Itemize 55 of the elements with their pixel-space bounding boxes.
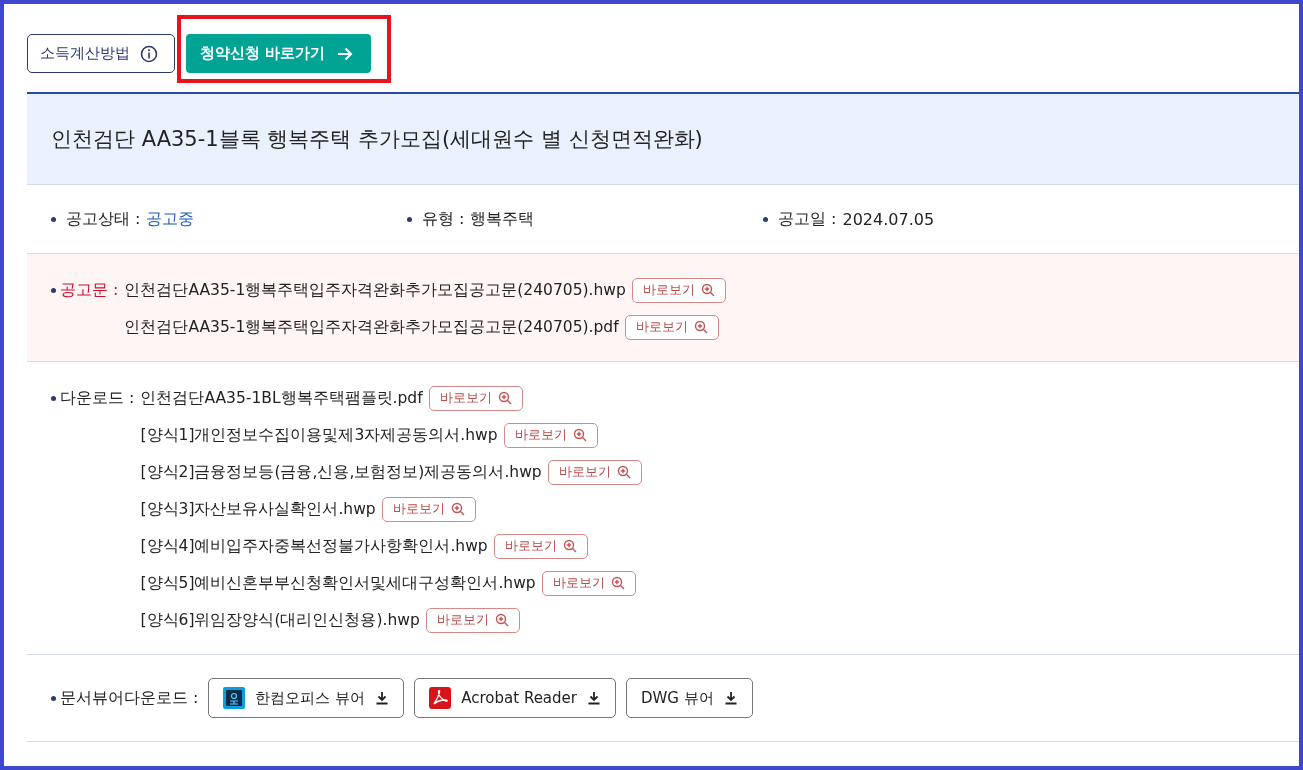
- view-button[interactable]: 바로보기: [428, 385, 523, 411]
- info-label: 유형 :: [422, 208, 465, 230]
- file-name: [양식6]위임장양식(대리인신청용).hwp: [140, 609, 420, 631]
- section-label: 공고문 :: [60, 279, 119, 301]
- view-button[interactable]: 바로보기: [493, 533, 588, 559]
- file-name: 인천검단AA35-1행복주택입주자격완화추가모집공고문(240705).hwp: [124, 279, 626, 301]
- file-name: [양식5]예비신혼부부신청확인서및세대구성확인서.hwp: [140, 572, 536, 594]
- arrow-right-icon: [337, 46, 354, 61]
- file-name: [양식1]개인정보수집이용및제3자제공동의서.hwp: [140, 424, 498, 446]
- view-button[interactable]: 바로보기: [425, 607, 520, 633]
- hancom-logo-icon: [223, 687, 246, 709]
- zoom-in-icon: [693, 320, 708, 334]
- download-icon: [375, 691, 390, 705]
- zoom-in-icon: [616, 465, 631, 479]
- acrobat-logo-icon: [429, 687, 452, 709]
- info-value: 2024.07.05: [842, 209, 935, 229]
- zoom-in-icon: [610, 576, 625, 590]
- view-button[interactable]: 바로보기: [503, 422, 598, 448]
- viewer-download-button[interactable]: 한컴오피스 뷰어: [208, 678, 405, 718]
- bullet-icon: [763, 216, 768, 222]
- zoom-in-icon: [494, 613, 509, 627]
- info-value: 행복주택: [470, 208, 535, 230]
- file-name: [양식2]금융정보등(금융,신용,보험정보)제공동의서.hwp: [140, 461, 542, 483]
- download-icon: [587, 691, 601, 705]
- status-value: 공고중: [146, 208, 195, 230]
- view-button[interactable]: 바로보기: [381, 496, 476, 522]
- info-label: 공고상태 :: [66, 208, 141, 230]
- zoom-in-icon: [700, 283, 715, 297]
- view-button[interactable]: 바로보기: [624, 314, 719, 340]
- file-name: [양식4]예비입주자중복선정불가사항확인서.hwp: [140, 535, 488, 557]
- zoom-in-icon: [562, 539, 577, 553]
- view-button[interactable]: 바로보기: [547, 459, 642, 485]
- view-button[interactable]: 바로보기: [541, 570, 636, 596]
- notice-title: 인천검단 AA35-1블록 행복주택 추가모집(세대원수 별 신청면적완화): [27, 92, 1299, 185]
- file-name: 인천검단AA35-1BL행복주택팸플릿.pdf: [140, 387, 423, 409]
- bullet-icon: [407, 216, 412, 222]
- bullet-icon: [51, 287, 56, 293]
- info-label: 공고일 :: [778, 208, 837, 230]
- zoom-in-icon: [450, 502, 465, 516]
- section-label: 문서뷰어다운로드 :: [60, 687, 199, 709]
- bullet-icon: [51, 216, 56, 222]
- bullet-icon: [51, 695, 56, 701]
- download-icon: [723, 691, 738, 705]
- income-calc-button[interactable]: 소득계산방법: [27, 34, 175, 73]
- section-label: 다운로드 :: [60, 387, 135, 409]
- file-name: [양식3]자산보유사실확인서.hwp: [140, 498, 376, 520]
- apply-button[interactable]: 청약신청 바로가기: [186, 34, 372, 73]
- file-name: 인천검단AA35-1행복주택입주자격완화추가모집공고문(240705).pdf: [124, 316, 619, 338]
- zoom-in-icon: [572, 428, 587, 442]
- bullet-icon: [51, 395, 56, 401]
- zoom-in-icon: [497, 391, 512, 405]
- view-button[interactable]: 바로보기: [631, 277, 726, 303]
- viewer-download-button[interactable]: DWG 뷰어: [626, 678, 753, 718]
- info-icon: [140, 44, 158, 63]
- viewer-download-button[interactable]: Acrobat Reader: [414, 678, 616, 718]
